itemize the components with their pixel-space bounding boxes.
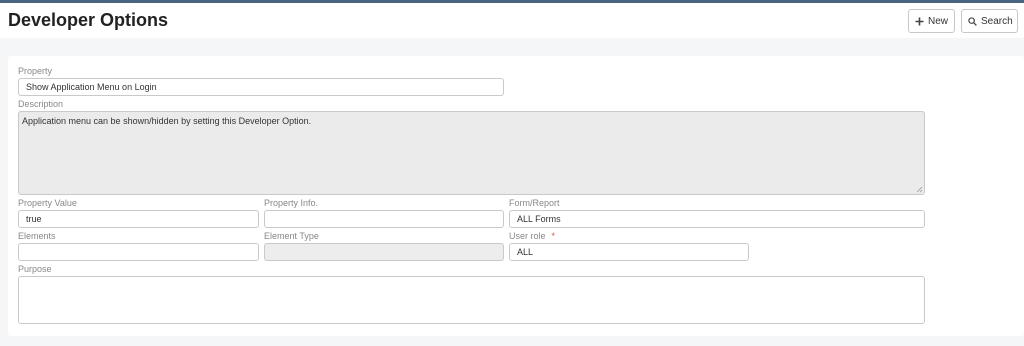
purpose-label: Purpose <box>18 264 52 274</box>
required-marker: * <box>551 231 556 241</box>
element-type-input[interactable] <box>264 243 504 261</box>
elements-input[interactable] <box>18 243 259 261</box>
property-info-input[interactable] <box>264 210 504 228</box>
property-value-input[interactable]: true <box>18 210 259 228</box>
page-title: Developer Options <box>8 10 169 30</box>
resize-grip-icon[interactable] <box>916 186 923 193</box>
user-role-label-text: User role <box>509 231 546 241</box>
elements-label: Elements <box>18 231 56 241</box>
new-button-label: New <box>928 15 949 27</box>
description-label: Description <box>18 99 64 109</box>
page-header: Developer Options New Search <box>0 3 1024 38</box>
element-type-label: Element Type <box>264 231 319 241</box>
property-value-label: Property Value <box>18 198 77 208</box>
user-role-label: User role * <box>509 231 555 241</box>
search-button-label: Search <box>981 15 1013 27</box>
user-role-input[interactable]: ALL <box>509 243 749 261</box>
search-icon <box>968 16 977 26</box>
property-info-label: Property Info. <box>264 198 319 208</box>
purpose-textarea[interactable] <box>18 276 925 324</box>
new-button[interactable]: New <box>908 9 955 33</box>
property-label: Property <box>18 66 53 76</box>
form-report-input[interactable]: ALL Forms <box>509 210 925 228</box>
property-input[interactable]: Show Application Menu on Login <box>18 78 504 96</box>
form-report-label: Form/Report <box>509 198 560 208</box>
description-textarea[interactable]: Application menu can be shown/hidden by … <box>18 111 925 195</box>
plus-icon <box>915 17 924 26</box>
search-button[interactable]: Search <box>961 9 1018 33</box>
developer-option-form: Property Show Application Menu on Login … <box>8 56 1024 336</box>
description-text: Application menu can be shown/hidden by … <box>22 116 312 126</box>
